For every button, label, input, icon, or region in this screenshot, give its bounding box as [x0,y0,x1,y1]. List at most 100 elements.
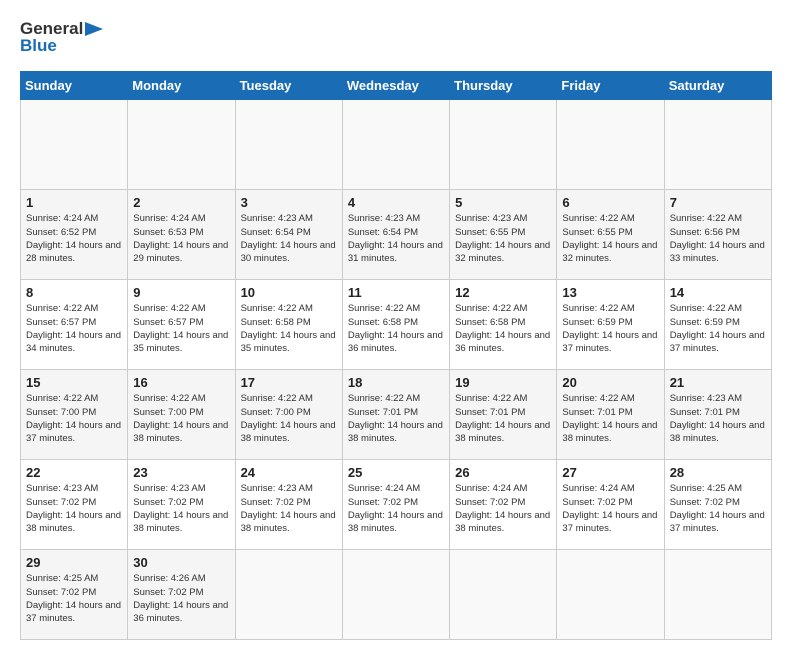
day-number: 1 [26,195,122,210]
calendar-cell: 11Sunrise: 4:22 AMSunset: 6:58 PMDayligh… [342,280,449,370]
calendar-cell: 27Sunrise: 4:24 AMSunset: 7:02 PMDayligh… [557,460,664,550]
calendar-cell [557,550,664,640]
day-info: Sunrise: 4:23 AMSunset: 7:01 PMDaylight:… [670,392,766,445]
column-header-friday: Friday [557,72,664,100]
day-number: 17 [241,375,337,390]
day-info: Sunrise: 4:22 AMSunset: 7:01 PMDaylight:… [348,392,444,445]
day-number: 27 [562,465,658,480]
day-number: 3 [241,195,337,210]
logo: General Blue [20,20,105,55]
calendar-cell: 18 Sunrise: 4:22 AMSunset: 7:01 PMDayligh… [342,370,449,460]
calendar-cell: 2 Sunrise: 4:24 AMSunset: 6:53 PMDaylight… [128,190,235,280]
column-header-saturday: Saturday [664,72,771,100]
calendar-cell: 3Sunrise: 4:23 AMSunset: 6:54 PMDaylight… [235,190,342,280]
calendar-cell: 16 Sunrise: 4:22 AMSunset: 7:00 PMDayligh… [128,370,235,460]
calendar-cell [235,100,342,190]
day-number: 6 [562,195,658,210]
calendar-cell: 13 Sunrise: 4:22 AMSunset: 6:59 PMDayligh… [557,280,664,370]
column-header-wednesday: Wednesday [342,72,449,100]
calendar-cell: 20 Sunrise: 4:22 AMSunset: 7:01 PMDayligh… [557,370,664,460]
calendar-cell [21,100,128,190]
calendar-cell [450,100,557,190]
day-number: 20 [562,375,658,390]
calendar-cell: 8 Sunrise: 4:22 AMSunset: 6:57 PMDaylight… [21,280,128,370]
day-info: Sunrise: 4:22 AMSunset: 6:59 PMDaylight:… [670,302,766,355]
day-info: Sunrise: 4:22 AMSunset: 7:00 PMDaylight:… [133,392,229,445]
calendar-cell: 17 Sunrise: 4:22 AMSunset: 7:00 PMDayligh… [235,370,342,460]
day-number: 11 [348,285,444,300]
calendar-cell [342,100,449,190]
day-info: Sunrise: 4:22 AMSunset: 7:00 PMDaylight:… [241,392,337,445]
day-number: 26 [455,465,551,480]
day-info: Sunrise: 4:22 AMSunset: 7:00 PMDaylight:… [26,392,122,445]
day-number: 19 [455,375,551,390]
day-number: 2 [133,195,229,210]
day-info: Sunrise: 4:23 AMSunset: 7:02 PMDaylight:… [241,482,337,535]
calendar-cell: 24Sunrise: 4:23 AMSunset: 7:02 PMDayligh… [235,460,342,550]
calendar-cell: 14 Sunrise: 4:22 AMSunset: 6:59 PMDayligh… [664,280,771,370]
day-info: Sunrise: 4:24 AMSunset: 7:02 PMDaylight:… [455,482,551,535]
day-info: Sunrise: 4:22 AMSunset: 6:57 PMDaylight:… [26,302,122,355]
day-number: 15 [26,375,122,390]
calendar-row-2: 1 Sunrise: 4:24 AMSunset: 6:52 PMDaylight… [21,190,772,280]
calendar-row-4: 15 Sunrise: 4:22 AMSunset: 7:00 PMDayligh… [21,370,772,460]
calendar-cell [450,550,557,640]
calendar-cell [235,550,342,640]
calendar-cell: 25Sunrise: 4:24 AMSunset: 7:02 PMDayligh… [342,460,449,550]
day-info: Sunrise: 4:25 AMSunset: 7:02 PMDaylight:… [670,482,766,535]
day-info: Sunrise: 4:25 AMSunset: 7:02 PMDaylight:… [26,572,122,625]
day-info: Sunrise: 4:22 AMSunset: 6:56 PMDaylight:… [670,212,766,265]
calendar-cell: 9Sunrise: 4:22 AMSunset: 6:57 PMDaylight… [128,280,235,370]
day-number: 8 [26,285,122,300]
day-info: Sunrise: 4:22 AMSunset: 6:59 PMDaylight:… [562,302,658,355]
day-info: Sunrise: 4:22 AMSunset: 7:01 PMDaylight:… [562,392,658,445]
calendar-cell: 10Sunrise: 4:22 AMSunset: 6:58 PMDayligh… [235,280,342,370]
day-number: 9 [133,285,229,300]
day-number: 13 [562,285,658,300]
calendar-cell: 12 Sunrise: 4:22 AMSunset: 6:58 PMDayligh… [450,280,557,370]
calendar-cell: 29 Sunrise: 4:25 AMSunset: 7:02 PMDayligh… [21,550,128,640]
day-info: Sunrise: 4:22 AMSunset: 7:01 PMDaylight:… [455,392,551,445]
day-number: 29 [26,555,122,570]
calendar-cell [557,100,664,190]
day-info: Sunrise: 4:23 AMSunset: 6:54 PMDaylight:… [348,212,444,265]
column-header-monday: Monday [128,72,235,100]
day-number: 7 [670,195,766,210]
calendar-row-6: 29 Sunrise: 4:25 AMSunset: 7:02 PMDayligh… [21,550,772,640]
calendar-row-3: 8 Sunrise: 4:22 AMSunset: 6:57 PMDaylight… [21,280,772,370]
logo-container: General Blue [20,20,105,55]
calendar-cell: 26 Sunrise: 4:24 AMSunset: 7:02 PMDayligh… [450,460,557,550]
calendar-header-row: SundayMondayTuesdayWednesdayThursdayFrid… [21,72,772,100]
day-number: 18 [348,375,444,390]
calendar-cell [342,550,449,640]
day-number: 23 [133,465,229,480]
day-number: 16 [133,375,229,390]
page-header: General Blue [20,20,772,55]
calendar-cell: 30 Sunrise: 4:26 AMSunset: 7:02 PMDayligh… [128,550,235,640]
day-number: 25 [348,465,444,480]
calendar-cell [128,100,235,190]
day-number: 4 [348,195,444,210]
calendar-cell: 22Sunrise: 4:23 AMSunset: 7:02 PMDayligh… [21,460,128,550]
day-number: 14 [670,285,766,300]
day-info: Sunrise: 4:26 AMSunset: 7:02 PMDaylight:… [133,572,229,625]
column-header-thursday: Thursday [450,72,557,100]
column-header-tuesday: Tuesday [235,72,342,100]
day-info: Sunrise: 4:24 AMSunset: 6:52 PMDaylight:… [26,212,122,265]
calendar-cell: 19 Sunrise: 4:22 AMSunset: 7:01 PMDayligh… [450,370,557,460]
calendar-cell: 28Sunrise: 4:25 AMSunset: 7:02 PMDayligh… [664,460,771,550]
day-info: Sunrise: 4:23 AMSunset: 6:55 PMDaylight:… [455,212,551,265]
day-info: Sunrise: 4:24 AMSunset: 6:53 PMDaylight:… [133,212,229,265]
logo-flag-icon [85,22,105,36]
day-number: 5 [455,195,551,210]
day-info: Sunrise: 4:23 AMSunset: 7:02 PMDaylight:… [133,482,229,535]
calendar-cell: 7 Sunrise: 4:22 AMSunset: 6:56 PMDaylight… [664,190,771,280]
calendar-cell: 1 Sunrise: 4:24 AMSunset: 6:52 PMDaylight… [21,190,128,280]
calendar-cell: 4 Sunrise: 4:23 AMSunset: 6:54 PMDaylight… [342,190,449,280]
day-info: Sunrise: 4:23 AMSunset: 7:02 PMDaylight:… [26,482,122,535]
calendar-cell: 5 Sunrise: 4:23 AMSunset: 6:55 PMDaylight… [450,190,557,280]
day-number: 30 [133,555,229,570]
day-number: 10 [241,285,337,300]
day-number: 12 [455,285,551,300]
day-info: Sunrise: 4:22 AMSunset: 6:58 PMDaylight:… [455,302,551,355]
